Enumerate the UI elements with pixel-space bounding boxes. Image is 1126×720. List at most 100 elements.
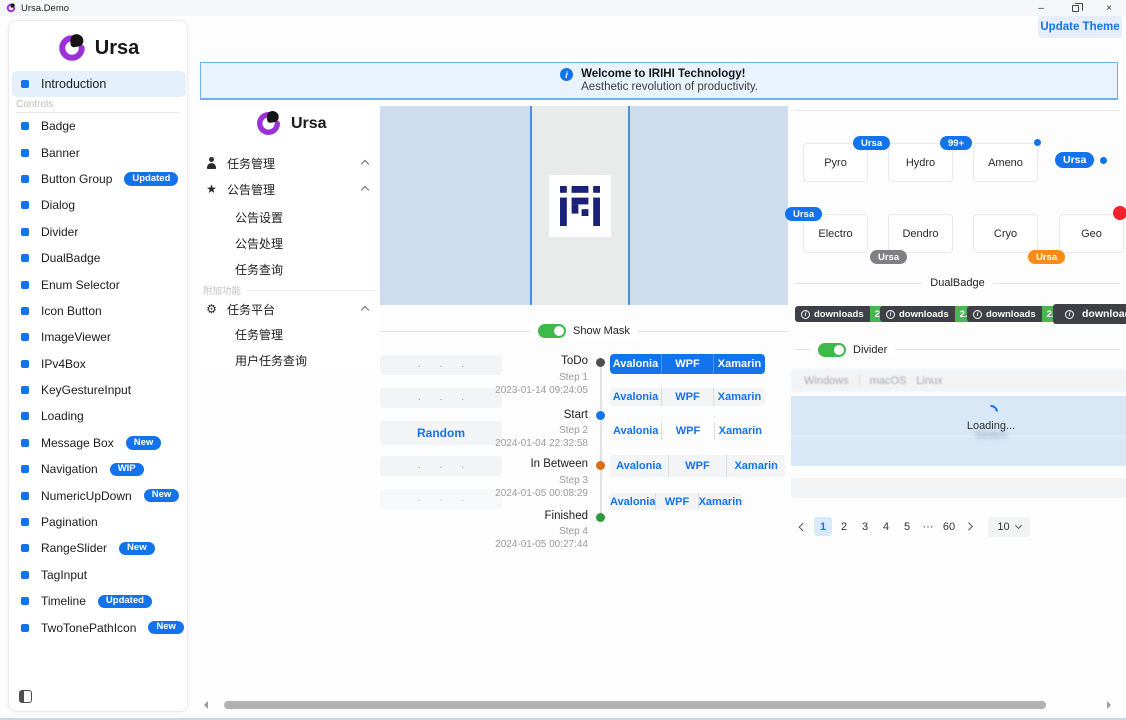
next-page-button[interactable]: [961, 517, 977, 536]
scroll-left-icon[interactable]: [204, 701, 208, 709]
sidebar-item-imageviewer[interactable]: ImageViewer: [12, 324, 188, 350]
xamarin-button[interactable]: Xamarin: [698, 493, 742, 510]
menu-item-notice-management[interactable]: ★ 公告管理: [200, 178, 380, 200]
badge-card-geo: Geo: [1059, 214, 1124, 253]
info-icon: i: [801, 310, 810, 319]
sidebar-item-taginput[interactable]: TagInput: [12, 562, 188, 588]
wpf-button[interactable]: WPF: [655, 493, 697, 510]
wpf-button[interactable]: WPF: [661, 422, 713, 440]
image-viewer[interactable]: [380, 106, 788, 305]
page-2[interactable]: 2: [835, 517, 853, 536]
sidebar-collapse-icon[interactable]: [19, 690, 32, 703]
linux-label: Linux: [916, 375, 942, 387]
sidebar-item-enum-selector[interactable]: Enum Selector: [12, 271, 188, 297]
page-1[interactable]: 1: [814, 517, 832, 536]
sidebar-item-numericupdown[interactable]: NumericUpDownNew: [12, 482, 188, 508]
timeline-step: Step 4: [380, 526, 588, 537]
menu-item-task-management[interactable]: 任务管理: [200, 152, 380, 174]
irihi-pixel-logo: [560, 186, 600, 226]
wpf-button[interactable]: WPF: [668, 455, 727, 477]
menu-item-task-platform[interactable]: ⚙ 任务平台: [200, 298, 380, 320]
loading-spinner-icon: [981, 402, 1001, 422]
sidebar-item-navigation[interactable]: NavigationWIP: [12, 456, 188, 482]
sidebar-item-pagination[interactable]: Pagination: [12, 509, 188, 535]
sidebar-item-badge[interactable]: Badge: [12, 113, 188, 139]
badge-demo-column: Pyro Ursa Hydro 99+ Ameno Ursa Ursa Elec…: [780, 105, 1126, 565]
xamarin-button[interactable]: Xamarin: [714, 422, 766, 440]
sidebar-item-divider[interactable]: Divider: [12, 219, 188, 245]
ursa-badge: Ursa: [785, 207, 822, 221]
page-ellipsis[interactable]: ···: [919, 517, 937, 536]
wpf-button[interactable]: WPF: [661, 388, 713, 406]
wpf-button[interactable]: WPF: [661, 354, 713, 374]
sidebar-item-loading[interactable]: Loading: [12, 403, 188, 429]
divider: [795, 110, 1120, 111]
sidebar-item-timeline[interactable]: TimelineUpdated: [12, 588, 188, 614]
xamarin-button[interactable]: Xamarin: [713, 388, 765, 406]
ursa-demo-window: { "window": { "title": "Ursa.Demo", "min…: [0, 0, 1126, 720]
sidebar-item-dualbadge[interactable]: DualBadge: [12, 245, 188, 271]
prev-page-button[interactable]: [795, 517, 811, 536]
divider-toggle[interactable]: [818, 343, 846, 357]
sidebar-item-twotonepathicon[interactable]: TwoTonePathIconNew: [12, 614, 188, 640]
sidebar-item-keygestureinput[interactable]: KeyGestureInput: [12, 377, 188, 403]
avalonia-button[interactable]: Avalonia: [610, 493, 655, 510]
new-tag: New: [148, 621, 184, 634]
sidebar-item-introduction[interactable]: Introduction: [12, 71, 186, 97]
page-4[interactable]: 4: [877, 517, 895, 536]
dualbadge-divider: DualBadge: [795, 277, 1120, 289]
standalone-ursa-badge: Ursa: [1055, 152, 1094, 168]
bullet-icon: [21, 254, 29, 262]
show-mask-toggle[interactable]: [538, 324, 566, 338]
timeline-time: 2024-01-05 00:27:44: [380, 539, 588, 550]
badge-card-cryo: Cryo: [973, 214, 1038, 253]
bullet-icon: [21, 465, 29, 473]
sidebar-item-banner[interactable]: Banner: [12, 139, 188, 165]
sidebar-item-ipv4box[interactable]: IPv4Box: [12, 351, 188, 377]
sidebar-item-list: Badge Banner Button GroupUpdated Dialog …: [12, 113, 188, 641]
scroll-right-icon[interactable]: [1107, 701, 1111, 709]
page-60[interactable]: 60: [940, 517, 958, 536]
avalonia-button[interactable]: Avalonia: [610, 422, 661, 440]
sidebar-item-button-group[interactable]: Button GroupUpdated: [12, 166, 188, 192]
minimize-button[interactable]: –: [1024, 0, 1058, 16]
sidebar-item-rangeslider[interactable]: RangeSliderNew: [12, 535, 188, 561]
show-mask-label: Show Mask: [573, 325, 630, 337]
menu-item-task-management-2[interactable]: 任务管理: [235, 325, 283, 343]
xamarin-button[interactable]: Xamarin: [726, 455, 785, 477]
page-size-select[interactable]: 10: [988, 517, 1030, 537]
new-tag: New: [144, 489, 180, 502]
menu-item-notice-handling[interactable]: 公告处理: [235, 234, 283, 252]
menu-item-user-task-query[interactable]: 用户任务查询: [235, 351, 307, 369]
dual-badge-downloads-large: idownloads 2.4k: [1053, 304, 1126, 324]
avalonia-button[interactable]: Avalonia: [610, 354, 661, 374]
sidebar-item-message-box[interactable]: Message BoxNew: [12, 430, 188, 456]
maximize-button[interactable]: [1058, 0, 1092, 16]
banner-title: Welcome to IRIHI Technology!: [581, 68, 758, 80]
divider-toggle-label: Divider: [853, 344, 887, 356]
sidebar-item-dialog[interactable]: Dialog: [12, 192, 188, 218]
dot-badge: [1100, 157, 1107, 164]
sidebar: Ursa Introduction Controls Badge Banner …: [8, 20, 188, 712]
horizontal-scrollbar-thumb[interactable]: [224, 701, 1046, 709]
loading-text: Loading...: [791, 420, 1126, 432]
update-theme-button[interactable]: Update Theme: [1038, 16, 1122, 38]
bullet-icon: [21, 80, 29, 88]
bullet-icon: [21, 228, 29, 236]
page-3[interactable]: 3: [856, 517, 874, 536]
avalonia-button[interactable]: Avalonia: [610, 388, 661, 406]
avalonia-button[interactable]: Avalonia: [610, 455, 668, 477]
close-button[interactable]: ×: [1092, 0, 1126, 16]
page-5[interactable]: 5: [898, 517, 916, 536]
controls-section-label: Controls: [16, 99, 53, 110]
irihi-logo-image: [549, 175, 611, 237]
xamarin-button[interactable]: Xamarin: [713, 354, 765, 374]
timeline-dot-in-between: [596, 461, 605, 470]
sidebar-item-icon-button[interactable]: Icon Button: [12, 298, 188, 324]
menu-item-task-query[interactable]: 任务查询: [235, 260, 283, 278]
timeline-connector: [600, 367, 602, 515]
timeline-dot-finished: [596, 513, 605, 522]
divider: [859, 375, 860, 386]
ursa-badge: Ursa: [853, 136, 890, 150]
menu-item-notice-settings[interactable]: 公告设置: [235, 208, 283, 226]
